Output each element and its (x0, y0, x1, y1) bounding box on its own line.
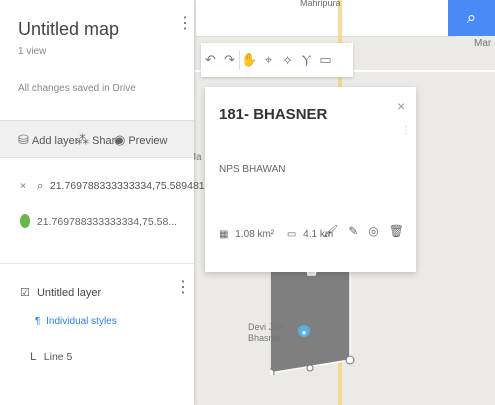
feature-description: NPS BHAWAN (219, 164, 286, 175)
map-top-label: Mahripura (300, 0, 341, 8)
redo-button[interactable]: ↷ (220, 43, 239, 77)
layer-title: Untitled layer (36, 287, 102, 299)
map-pin-label: Devi Jhin Bhasner (248, 322, 286, 343)
individual-styles-link[interactable]: ¶ Individual styles (35, 316, 117, 327)
close-icon[interactable]: × (397, 98, 405, 114)
kebab-menu-icon[interactable]: ⋮ (177, 16, 193, 37)
map-title[interactable]: Untitled map (18, 19, 119, 40)
search-button[interactable]: ⌕ (448, 0, 495, 36)
hand-icon: ✋ (241, 52, 258, 67)
save-status: All changes saved in Drive (18, 83, 136, 94)
map-right-label: Mar (474, 38, 492, 49)
area-icon: ▦ (219, 229, 229, 240)
info-window: × ⋮ 181- BHASNER NPS BHAWAN ▦ 1.08 km² ▭… (205, 87, 416, 272)
share-icon: ⁂ (76, 132, 89, 147)
preview-label: Preview (128, 135, 168, 147)
directions-tool-button[interactable]: Ⲩ (297, 43, 316, 77)
add-layer-button[interactable]: ⛁ Add layer (18, 132, 78, 148)
feature-title: 181- BHASNER (219, 106, 328, 123)
ruler-icon: ▭ (319, 52, 332, 67)
marker-tool-button[interactable]: ⌖ (259, 43, 278, 77)
undo-button[interactable]: ↶ (201, 43, 220, 77)
line-icon: ᒪ (30, 351, 36, 363)
search-icon: ⌕ (37, 180, 43, 192)
feature-metrics: ▦ 1.08 km² ▭ 4.1 km (219, 229, 333, 240)
search-query-row[interactable]: × ⌕ 21.769788333333334,75.589481... (20, 180, 213, 193)
preview-button[interactable]: ◉ Preview (114, 132, 167, 148)
left-panel: Untitled map 1 view All changes saved in… (0, 0, 213, 405)
search-result-row[interactable]: 21.769788333333334,75.58... (20, 214, 178, 229)
directions-icon: Ⲩ (301, 52, 312, 67)
search-icon: ⌕ (466, 8, 477, 27)
view-count: 1 view (18, 46, 47, 57)
line-item-label: Line 5 (43, 351, 73, 363)
polygon-shape[interactable]: ● (265, 254, 355, 378)
polygon-icon: ● (265, 254, 355, 378)
paint-icon: ¶ (35, 316, 41, 327)
line-item[interactable]: ᒪ Line 5 (30, 351, 72, 363)
add-layer-label: Add layer (31, 135, 79, 147)
panel-divider (0, 263, 194, 264)
measure-tool-button[interactable]: ▭ (316, 43, 335, 77)
layers-icon: ⛁ (18, 132, 29, 147)
checkbox-icon[interactable]: ☑ (20, 287, 30, 299)
feature-actions: 🖌 ✎ ◎ 🗑 (323, 224, 404, 238)
layer-kebab-menu-icon[interactable]: ⋮ (175, 280, 191, 301)
info-menu-icon[interactable]: ⋮ (401, 125, 411, 136)
eye-icon: ◉ (114, 132, 126, 147)
redo-icon: ↷ (224, 52, 235, 67)
delete-button[interactable]: 🗑 (389, 224, 404, 238)
style-button[interactable]: 🖌 (323, 224, 338, 238)
search-result: 21.769788333333334,75.58... (36, 215, 178, 228)
edit-button[interactable]: ✎ (348, 224, 358, 238)
map-toolbar: ↶ ↷ ✋ ⌖ ⟡ Ⲩ ▭ (201, 43, 353, 77)
line-tool-button[interactable]: ⟡ (278, 43, 297, 77)
marker-icon: ⌖ (264, 52, 273, 67)
line-icon: ⟡ (283, 52, 292, 67)
perimeter-icon: ▭ (286, 229, 297, 240)
search-query: 21.769788333333334,75.589481... (49, 180, 214, 192)
undo-icon: ↶ (205, 52, 216, 67)
green-pin-icon (20, 214, 30, 228)
camera-button[interactable]: ◎ (368, 224, 378, 238)
area-value: 1.08 km² (235, 229, 275, 240)
close-icon[interactable]: × (20, 180, 26, 192)
hand-tool-button[interactable]: ✋ (240, 43, 259, 77)
layer-title-row[interactable]: ☑ Untitled layer (20, 286, 101, 299)
individual-styles-label: Individual styles (46, 316, 117, 327)
